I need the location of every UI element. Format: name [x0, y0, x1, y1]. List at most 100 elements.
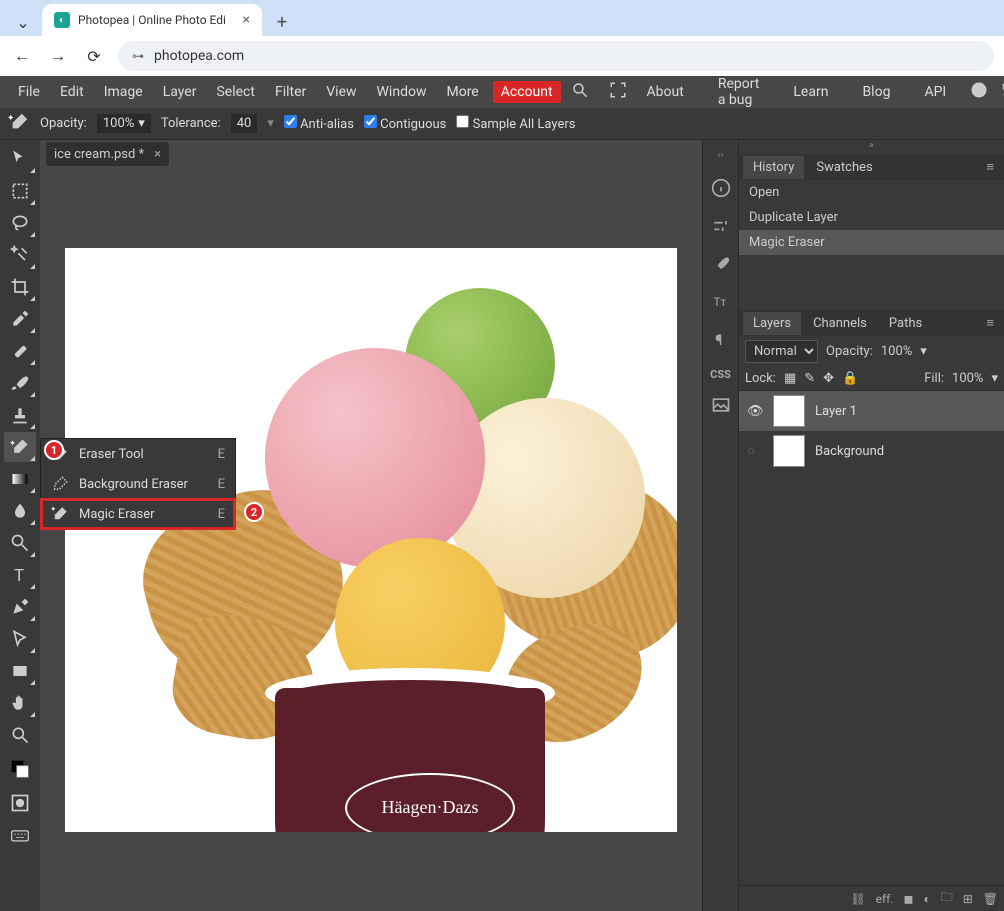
lock-brush-icon[interactable]: ✎: [804, 371, 815, 386]
gradient-tool[interactable]: [4, 464, 36, 494]
color-swatches[interactable]: [4, 752, 36, 786]
history-item[interactable]: Magic Eraser: [739, 230, 1004, 255]
move-tool[interactable]: [4, 144, 36, 174]
layer-opacity-value[interactable]: 100%: [881, 344, 912, 359]
new-tab-button[interactable]: +: [268, 8, 296, 36]
options-bar: Opacity: 100% ▾ Tolerance: 40 ▾ Anti-ali…: [0, 108, 1004, 140]
antialias-checkbox[interactable]: Anti-alias: [284, 115, 354, 132]
panel-handle[interactable]: ‹›: [703, 150, 738, 164]
brush-panel-icon[interactable]: [711, 254, 731, 278]
dodge-tool[interactable]: [4, 528, 36, 558]
flyout-magic-eraser[interactable]: Magic Eraser E: [41, 499, 235, 529]
tab-search-button[interactable]: ⌄: [8, 8, 38, 36]
lock-move-icon[interactable]: ✥: [823, 371, 834, 386]
lock-all-icon[interactable]: 🔒: [842, 371, 858, 386]
history-item[interactable]: Open: [739, 180, 1004, 205]
doc-close-icon[interactable]: ×: [154, 147, 161, 162]
fullscreen-icon[interactable]: [599, 77, 637, 107]
link-about[interactable]: About: [637, 80, 694, 104]
flyout-background-eraser[interactable]: Background Eraser E: [41, 469, 235, 499]
layer-item[interactable]: 👁 Layer 1: [739, 391, 1004, 431]
swatches-tab[interactable]: Swatches: [806, 156, 882, 179]
paragraph-panel-icon[interactable]: ¶: [711, 330, 731, 354]
tab-close-icon[interactable]: ×: [243, 12, 250, 28]
search-icon[interactable]: [561, 77, 599, 107]
blend-mode-select[interactable]: Normal: [745, 340, 818, 363]
fx-icon[interactable]: eff.: [876, 892, 894, 906]
wand-tool[interactable]: [4, 240, 36, 270]
doc-tab[interactable]: ice cream.psd * ×: [46, 142, 169, 166]
link-learn[interactable]: Learn: [783, 80, 838, 104]
visibility-icon[interactable]: ○: [747, 443, 763, 459]
marquee-tool[interactable]: [4, 176, 36, 206]
reload-button[interactable]: ⟳: [82, 44, 106, 68]
info-panel-icon[interactable]: [711, 178, 731, 202]
menu-layer[interactable]: Layer: [153, 80, 207, 104]
menu-edit[interactable]: Edit: [50, 80, 94, 104]
menu-select[interactable]: Select: [206, 80, 264, 104]
pen-tool[interactable]: [4, 592, 36, 622]
blur-tool[interactable]: [4, 496, 36, 526]
keyboard-icon[interactable]: [4, 820, 36, 850]
folder-icon[interactable]: 🗀: [941, 888, 953, 909]
quick-mask-tool[interactable]: [4, 788, 36, 818]
layers-tab[interactable]: Layers: [743, 312, 801, 335]
history-item[interactable]: Duplicate Layer: [739, 205, 1004, 230]
adjustment-icon[interactable]: ◐: [923, 892, 930, 906]
lasso-tool[interactable]: [4, 208, 36, 238]
heal-tool[interactable]: [4, 336, 36, 366]
panel-handle[interactable]: »: [739, 140, 1004, 154]
reddit-icon[interactable]: [970, 81, 988, 103]
brush-tool[interactable]: [4, 368, 36, 398]
stamp-tool[interactable]: [4, 400, 36, 430]
sample-all-checkbox[interactable]: Sample All Layers: [456, 115, 575, 132]
link-blog[interactable]: Blog: [852, 80, 900, 104]
site-info-icon[interactable]: ⊶: [132, 49, 144, 63]
back-button[interactable]: ←: [10, 44, 34, 68]
panel-menu-icon[interactable]: ≡: [980, 159, 1000, 175]
menu-account[interactable]: Account: [493, 81, 561, 103]
css-panel-icon[interactable]: CSS: [710, 368, 731, 381]
channels-tab[interactable]: Channels: [803, 312, 877, 335]
text-tool[interactable]: T: [4, 560, 36, 590]
url-field[interactable]: ⊶ photopea.com: [118, 41, 994, 71]
paths-tab[interactable]: Paths: [879, 312, 932, 335]
mask-icon[interactable]: ◼: [903, 892, 913, 906]
history-tab[interactable]: History: [743, 156, 804, 179]
image-panel-icon[interactable]: [711, 395, 731, 419]
tolerance-label: Tolerance:: [161, 116, 221, 131]
menu-view[interactable]: View: [316, 80, 366, 104]
forward-button[interactable]: →: [46, 44, 70, 68]
eraser-tool[interactable]: [4, 432, 36, 462]
panel-menu-icon[interactable]: ≡: [980, 315, 1000, 331]
eyedropper-tool[interactable]: [4, 304, 36, 334]
tolerance-value[interactable]: 40: [231, 114, 258, 133]
contiguous-checkbox[interactable]: Contiguous: [364, 115, 446, 132]
menu-filter[interactable]: Filter: [265, 80, 316, 104]
link-api[interactable]: API: [914, 80, 956, 104]
link-report[interactable]: Report a bug: [708, 72, 770, 112]
crop-tool[interactable]: [4, 272, 36, 302]
link-layers-icon[interactable]: ⛓: [850, 892, 865, 906]
zoom-tool[interactable]: [4, 720, 36, 750]
adjust-panel-icon[interactable]: [711, 216, 731, 240]
address-bar: ← → ⟳ ⊶ photopea.com: [0, 36, 1004, 76]
flyout-eraser[interactable]: Eraser Tool E: [41, 439, 235, 469]
lock-pixels-icon[interactable]: ▦: [784, 371, 796, 386]
canvas[interactable]: Häagen·Dazs: [40, 168, 702, 911]
character-panel-icon[interactable]: Tт: [711, 292, 731, 316]
menu-more[interactable]: More: [436, 80, 488, 104]
browser-tab[interactable]: ◐ Photopea | Online Photo Edi ×: [42, 4, 262, 36]
opacity-value[interactable]: 100% ▾: [97, 114, 151, 133]
hand-tool[interactable]: [4, 688, 36, 718]
layer-item[interactable]: ○ Background: [739, 431, 1004, 471]
fill-value[interactable]: 100%: [952, 371, 983, 386]
new-layer-icon[interactable]: ⊞: [963, 892, 973, 906]
visibility-icon[interactable]: 👁: [747, 404, 763, 419]
menu-file[interactable]: File: [8, 80, 50, 104]
menu-image[interactable]: Image: [94, 80, 153, 104]
path-select-tool[interactable]: [4, 624, 36, 654]
menu-window[interactable]: Window: [367, 80, 437, 104]
delete-icon[interactable]: 🗑: [983, 892, 998, 906]
shape-tool[interactable]: [4, 656, 36, 686]
